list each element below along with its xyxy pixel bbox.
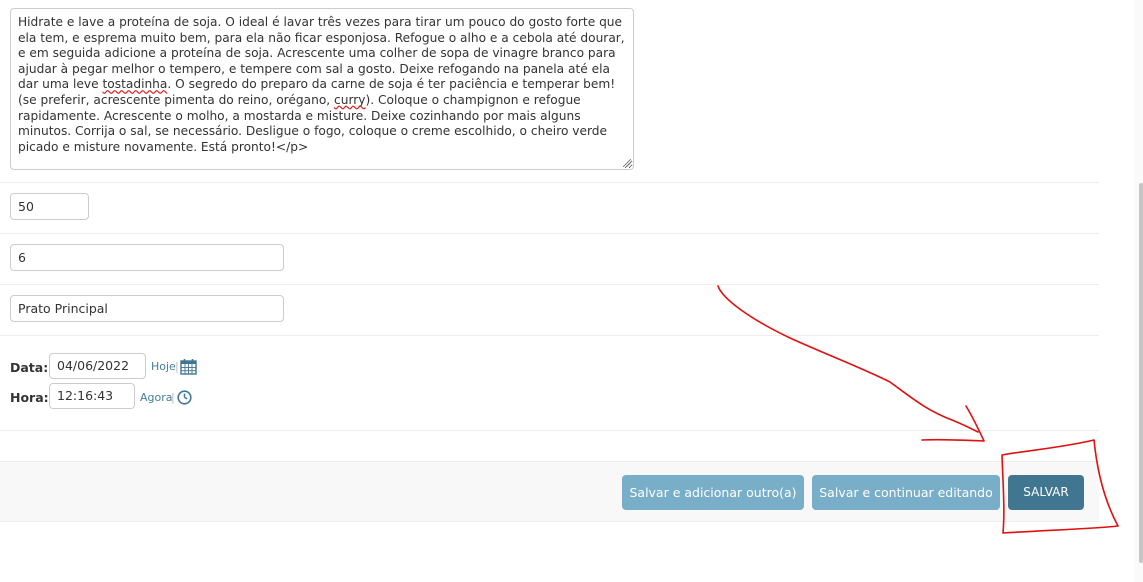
date-input[interactable]: 04/06/2022 xyxy=(49,353,146,379)
now-separator: | xyxy=(171,391,175,404)
textarea-resize-handle[interactable] xyxy=(623,159,631,167)
description-textarea[interactable]: Hidrate e lave a proteína de soja. O ide… xyxy=(10,8,634,170)
form-row-datetime: Data: 04/06/2022 Hoje | Hora: 12:16:43 A… xyxy=(0,336,1099,431)
clock-icon[interactable] xyxy=(177,390,192,405)
servings-input[interactable]: 6 xyxy=(10,244,284,271)
save-button[interactable]: SALVAR xyxy=(1008,475,1084,510)
date-label: Data: xyxy=(10,360,49,375)
admin-change-form: Hidrate e lave a proteína de soja. O ide… xyxy=(0,0,1143,582)
today-separator: | xyxy=(175,360,179,373)
time-label: Hora: xyxy=(10,390,49,405)
calendar-icon[interactable] xyxy=(180,358,197,375)
form-row-time: 50 xyxy=(0,183,1099,234)
save-and-add-another-button[interactable]: Salvar e adicionar outro(a) xyxy=(622,475,804,510)
today-link[interactable]: Hoje xyxy=(151,360,176,373)
form-row-servings: 6 xyxy=(0,234,1099,285)
misspelled-word-curry: curry xyxy=(334,92,366,107)
now-link[interactable]: Agora xyxy=(140,391,173,404)
form-row-description: Hidrate e lave a proteína de soja. O ide… xyxy=(0,0,1099,183)
misspelled-word-tostadinha: tostadinha xyxy=(102,77,168,92)
category-input[interactable]: Prato Principal xyxy=(10,295,284,322)
time-minutes-input[interactable]: 50 xyxy=(10,193,89,220)
form-row-category: Prato Principal xyxy=(0,285,1099,336)
save-and-continue-button[interactable]: Salvar e continuar editando xyxy=(812,475,1000,510)
submit-row: Salvar e adicionar outro(a) Salvar e con… xyxy=(0,461,1099,522)
time-input[interactable]: 12:16:43 xyxy=(49,383,135,409)
scrollbar-thumb[interactable] xyxy=(1139,183,1143,563)
